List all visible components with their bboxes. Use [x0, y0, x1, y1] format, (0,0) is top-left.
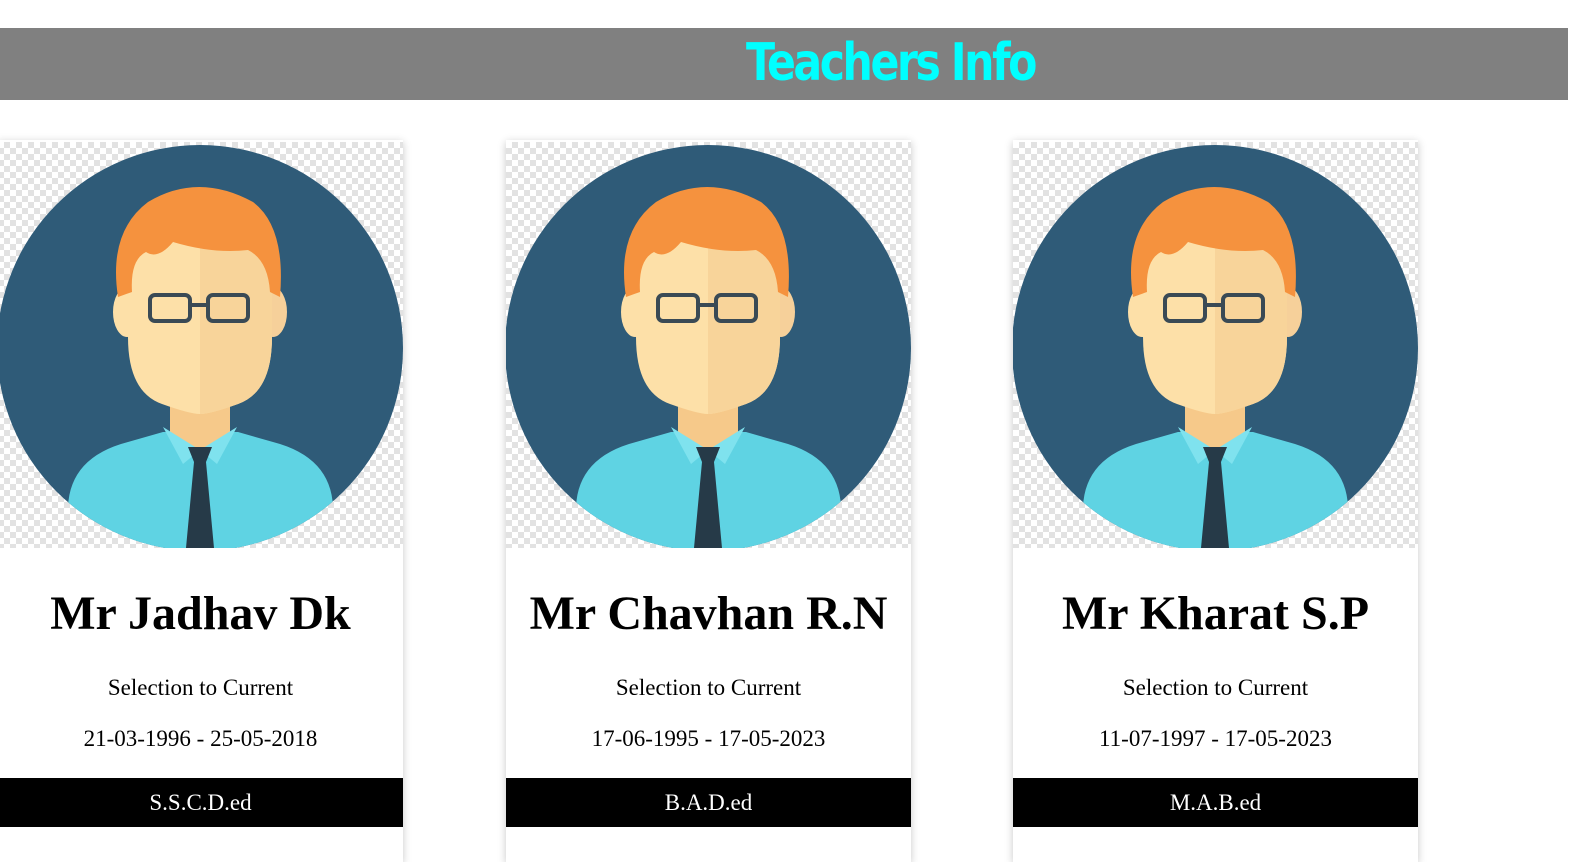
teacher-name: Mr Chavhan R.N [529, 587, 888, 640]
teacher-avatar-icon [1013, 145, 1418, 548]
service-dates: 17-06-1995 - 17-05-2023 [591, 726, 826, 751]
teacher-name: Mr Kharat S.P [1061, 587, 1370, 640]
teacher-card: Mr Kharat S.P Selection to Current 11-07… [1013, 140, 1418, 862]
qualification-badge: S.S.C.D.ed [0, 778, 403, 827]
qualification-badge: M.A.B.ed [1013, 778, 1418, 827]
teacher-photo [0, 142, 403, 548]
scrollbar[interactable] [1568, 0, 1593, 862]
service-dates: 11-07-1997 - 17-05-2023 [1099, 726, 1332, 751]
service-dates: 21-03-1996 - 25-05-2018 [83, 726, 318, 751]
service-label: Selection to Current [615, 675, 802, 700]
service-label: Selection to Current [1122, 675, 1309, 700]
page-title: Teachers Info [746, 33, 1037, 93]
teacher-photo [506, 142, 911, 548]
teacher-card: Mr Jadhav Dk Selection to Current 21-03-… [0, 140, 403, 862]
service-label: Selection to Current [107, 675, 294, 700]
qualification-badge: B.A.D.ed [506, 778, 911, 827]
teacher-avatar-icon [506, 145, 911, 548]
teacher-card: Mr Chavhan R.N Selection to Current 17-0… [506, 140, 911, 862]
teacher-avatar-icon [0, 145, 403, 548]
teacher-name: Mr Jadhav Dk [50, 587, 351, 640]
teacher-photo [1013, 142, 1418, 548]
